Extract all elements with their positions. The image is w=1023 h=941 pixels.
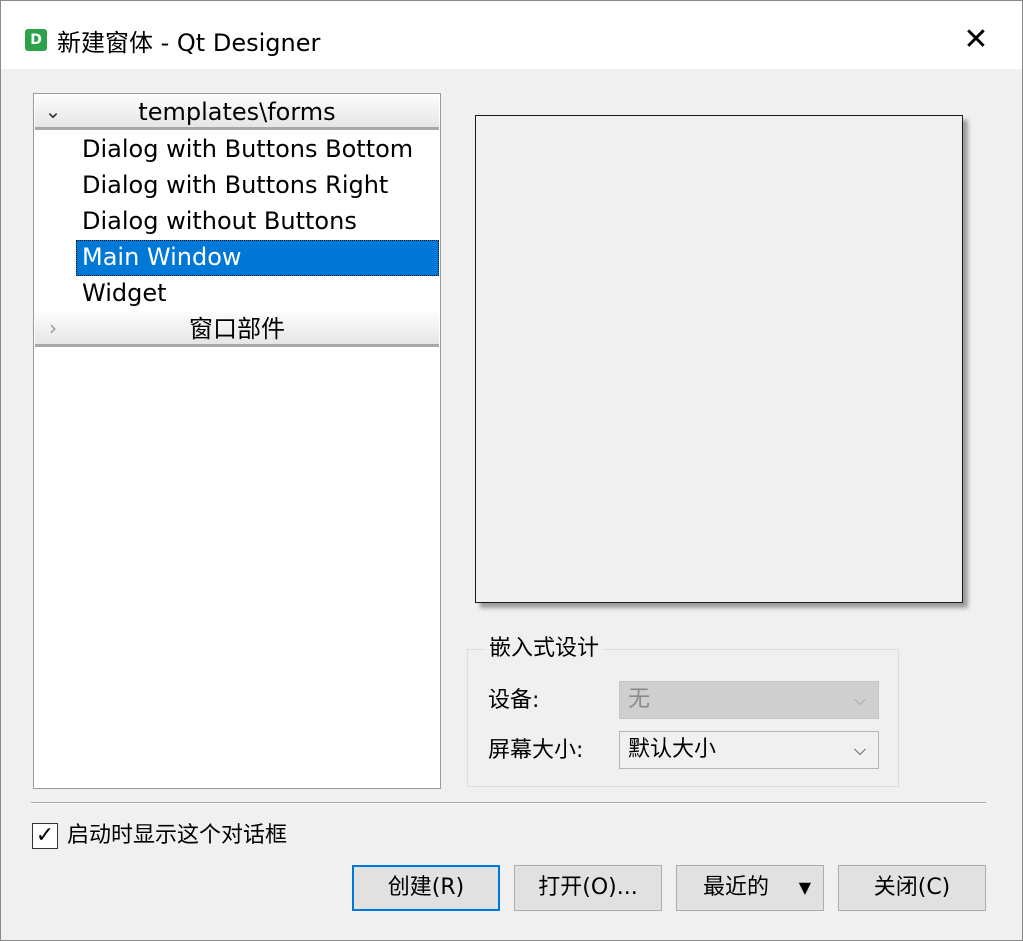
embedded-design-title: 嵌入式设计 <box>485 635 604 663</box>
close-window-button[interactable]: ✕ <box>959 23 993 57</box>
tree-group-label: templates\forms <box>138 98 336 126</box>
tree-item-dialog-without-buttons[interactable]: Dialog without Buttons <box>76 204 439 240</box>
separator <box>31 802 986 804</box>
close-button[interactable]: 关闭(C) <box>838 865 986 911</box>
device-value: 无 <box>628 687 651 712</box>
open-button[interactable]: 打开(O)... <box>514 865 662 911</box>
device-combobox: 无 ⌵ <box>619 681 879 719</box>
checkmark-icon: ✓ <box>35 823 55 848</box>
tree-item-main-window[interactable]: Main Window <box>76 240 439 276</box>
window-title: 新建窗体 - Qt Designer <box>57 29 321 57</box>
chevron-down-icon[interactable]: ⌵ <box>850 732 870 768</box>
close-icon: ✕ <box>963 22 989 57</box>
qt-designer-app-icon: D <box>25 29 47 51</box>
show-on-startup-checkbox[interactable]: ✓ <box>32 823 58 849</box>
tree-group-templates-forms[interactable]: ⌄ templates\forms <box>35 94 439 130</box>
template-tree[interactable]: ⌄ templates\forms Dialog with Buttons Bo… <box>33 93 441 789</box>
form-preview <box>475 115 963 603</box>
tree-item-widget[interactable]: Widget <box>76 276 439 312</box>
title-bar: D 新建窗体 - Qt Designer ✕ <box>1 1 1022 69</box>
tree-item-dialog-buttons-right[interactable]: Dialog with Buttons Right <box>76 168 439 204</box>
create-button[interactable]: 创建(R) <box>352 865 500 911</box>
tree-item-dialog-buttons-bottom[interactable]: Dialog with Buttons Bottom <box>76 132 439 168</box>
device-label: 设备: <box>488 688 540 713</box>
show-on-startup-label[interactable]: 启动时显示这个对话框 <box>67 822 287 850</box>
tree-group-label: 窗口部件 <box>189 315 285 343</box>
screen-size-value: 默认大小 <box>628 737 717 762</box>
triangle-down-icon[interactable]: ▼ <box>799 866 811 910</box>
new-form-dialog: D 新建窗体 - Qt Designer ✕ ⌄ templates\forms… <box>0 0 1023 941</box>
recent-button-label: 最近的 <box>703 875 770 900</box>
tree-group-widgets[interactable]: › 窗口部件 <box>35 311 439 347</box>
screen-size-label: 屏幕大小: <box>488 738 584 763</box>
screen-size-combobox[interactable]: 默认大小 ⌵ <box>619 731 879 769</box>
recent-button[interactable]: 最近的 ▼ <box>676 865 824 911</box>
chevron-down-icon: ⌵ <box>853 690 867 709</box>
